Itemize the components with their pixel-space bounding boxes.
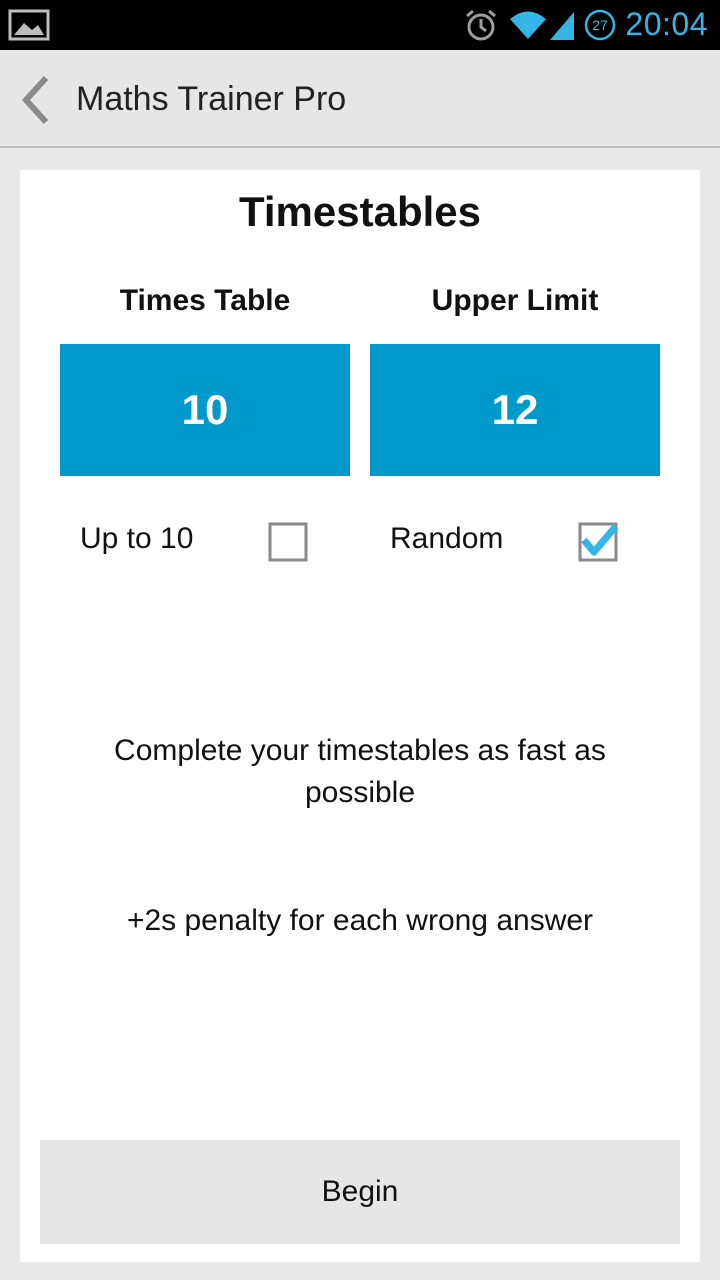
notification-count: 27 [592,17,608,33]
begin-button[interactable]: Begin [40,1140,680,1244]
page-title: Timestables [238,188,481,235]
status-clock: 20:04 [625,6,708,42]
timestables-card: Timestables Times Table Upper Limit 10 1… [20,170,700,1262]
signal-icon [550,12,574,40]
badge-icon: 27 [584,9,616,41]
wifi-icon [510,11,546,39]
times-table-label: Times Table [119,284,291,317]
chevron-left-icon [21,75,49,125]
alarm-icon [466,9,496,41]
penalty-text: +2s penalty for each wrong answer [126,904,594,937]
description-text: Complete your timestables as fast as pos… [114,734,606,809]
begin-label: Begin [321,1175,399,1208]
up-to-10-label: Up to 10 [80,522,194,555]
random-label: Random [390,522,504,555]
random-checkbox[interactable] [578,522,618,562]
up-to-10-checkbox[interactable] [268,522,308,562]
times-table-button[interactable]: 10 [60,344,350,476]
action-bar: Maths Trainer Pro [0,50,720,148]
gallery-icon [8,9,50,41]
upper-limit-button[interactable]: 12 [370,344,660,476]
status-bar: 27 20:04 [0,0,720,50]
app-title: Maths Trainer Pro [76,80,347,118]
back-button[interactable] [10,70,62,130]
upper-limit-value: 12 [491,386,539,433]
upper-limit-label: Upper Limit [431,284,599,317]
times-table-value: 10 [181,386,229,433]
